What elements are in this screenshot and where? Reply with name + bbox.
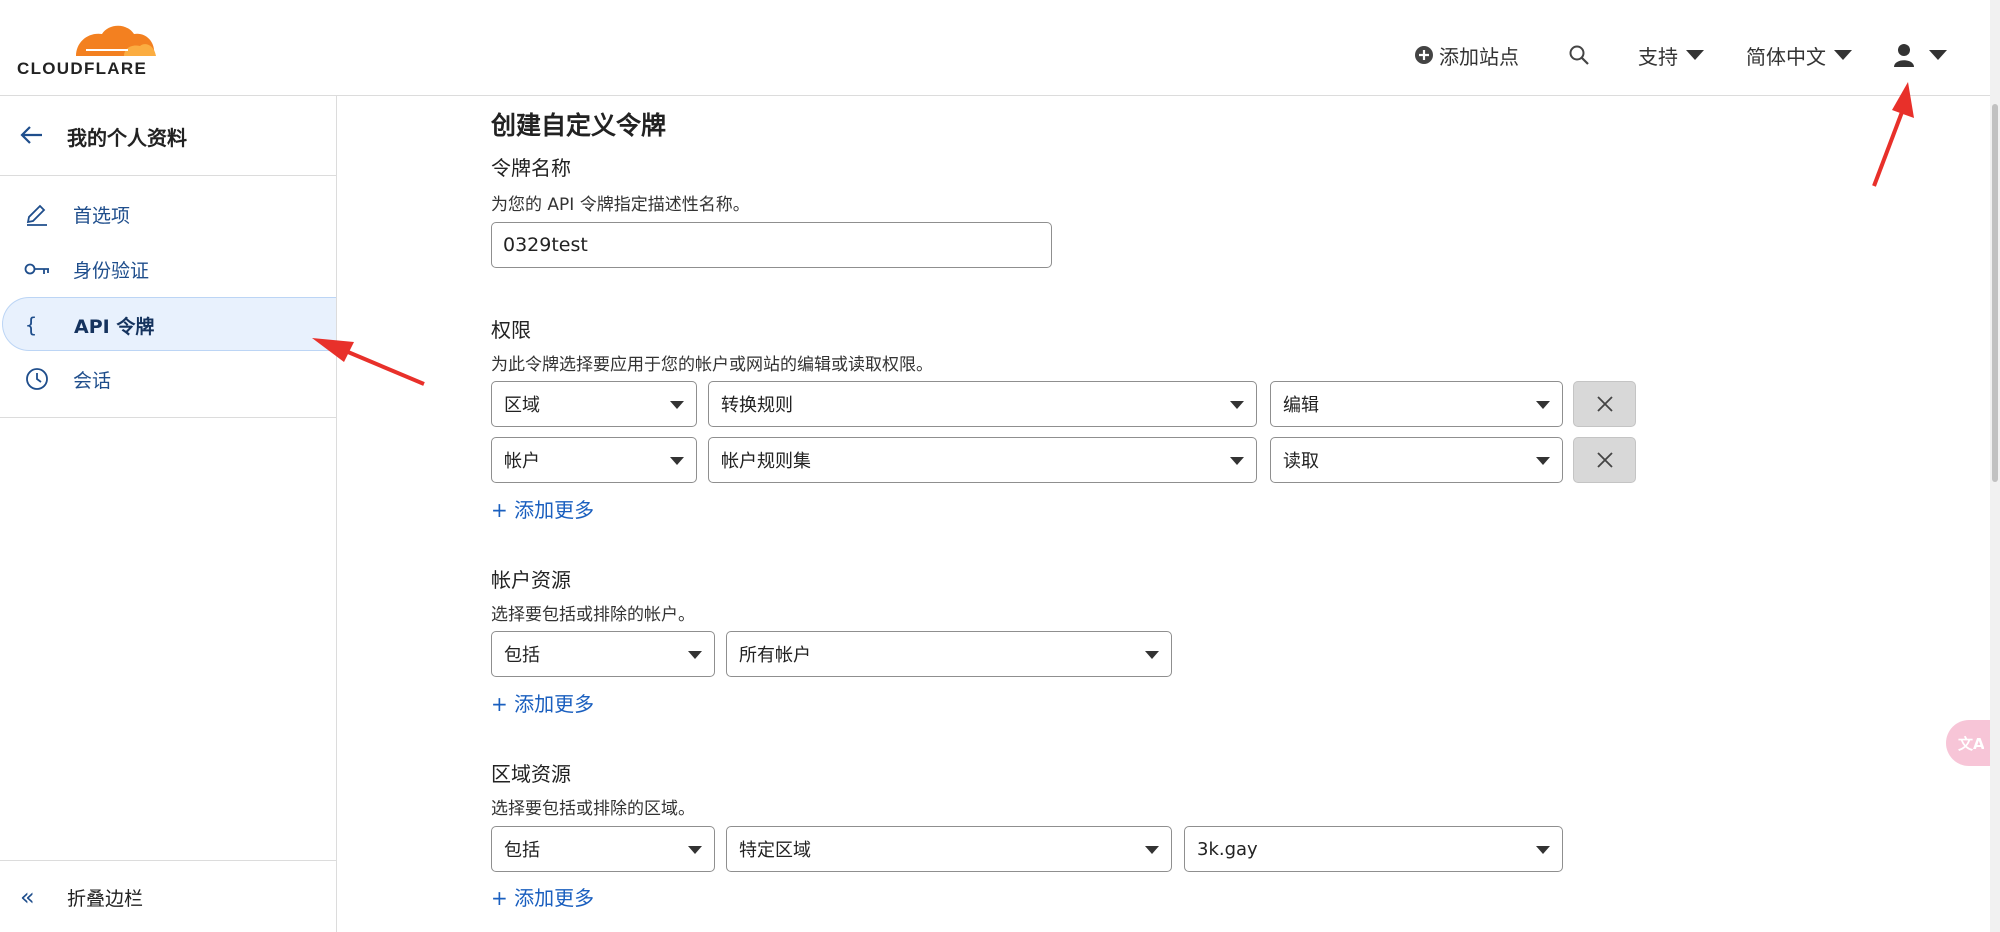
- zone-target-select[interactable]: 特定区域: [726, 826, 1172, 872]
- sidebar-item-label: 首选项: [73, 205, 131, 227]
- chevron-down-icon: [1230, 457, 1244, 465]
- collapse-sidebar-button[interactable]: « 折叠边栏: [0, 860, 336, 932]
- close-icon: [1596, 452, 1613, 468]
- close-icon: [1596, 396, 1613, 412]
- token-name-desc: 为您的 API 令牌指定描述性名称。: [491, 195, 750, 215]
- account-target-select[interactable]: 所有帐户: [726, 631, 1172, 677]
- add-more-account-link[interactable]: + 添加更多: [491, 688, 594, 717]
- chevron-down-icon: [1834, 50, 1852, 60]
- sidebar-item-authentication[interactable]: 身份验证: [0, 242, 336, 296]
- permission-scope-select[interactable]: 帐户: [491, 437, 697, 483]
- account-resources-title: 帐户资源: [491, 568, 571, 592]
- permission-item-select[interactable]: 转换规则: [708, 381, 1257, 427]
- add-site-label: 添加站点: [1439, 44, 1519, 69]
- top-header: CLOUDFLARE 添加站点 支持 简体中文: [0, 0, 1990, 96]
- chevron-down-icon: [688, 846, 702, 854]
- search-icon: [1569, 45, 1589, 65]
- sidebar-title: 我的个人资料: [67, 126, 187, 150]
- language-menu[interactable]: 简体中文: [1746, 38, 1852, 72]
- token-name-value: 0329test: [503, 234, 588, 256]
- select-value: 包括: [504, 645, 540, 666]
- select-value: 帐户规则集: [721, 451, 811, 472]
- search-button[interactable]: [1568, 38, 1590, 72]
- permissions-desc: 为此令牌选择要应用于您的帐户或网站的编辑或读取权限。: [491, 355, 933, 375]
- permission-scope-select[interactable]: 区域: [491, 381, 697, 427]
- chevron-down-icon: [688, 651, 702, 659]
- clock-icon: [26, 368, 48, 390]
- chevron-down-icon: [1536, 401, 1550, 409]
- plus-circle-icon: [1415, 46, 1433, 64]
- support-menu[interactable]: 支持: [1638, 38, 1704, 72]
- select-value: 编辑: [1283, 395, 1319, 416]
- braces-icon: { }: [25, 313, 51, 337]
- key-icon: [24, 263, 49, 275]
- chevron-down-icon: [1536, 457, 1550, 465]
- logo-wordmark: CLOUDFLARE: [17, 59, 148, 78]
- remove-permission-button[interactable]: [1573, 437, 1636, 483]
- cloud-icon: [76, 25, 156, 56]
- sidebar-item-label: API 令牌: [74, 316, 155, 338]
- svg-text:文A: 文A: [1958, 735, 1984, 753]
- select-value: 特定区域: [739, 840, 811, 861]
- select-value: 3k.gay: [1197, 838, 1258, 860]
- scrollbar-thumb[interactable]: [1992, 104, 1998, 482]
- chevron-down-icon: [1145, 846, 1159, 854]
- arrow-left-icon: [20, 126, 42, 144]
- chevron-down-icon: [1536, 846, 1550, 854]
- add-more-permission-link[interactable]: + 添加更多: [491, 494, 594, 523]
- chevron-down-icon: [1145, 651, 1159, 659]
- permission-access-select[interactable]: 读取: [1270, 437, 1563, 483]
- permission-item-select[interactable]: 帐户规则集: [708, 437, 1257, 483]
- token-name-input[interactable]: 0329test: [491, 222, 1052, 268]
- page-title: 创建自定义令牌: [491, 111, 667, 140]
- svg-text:{ }: { }: [25, 313, 51, 337]
- chevron-down-icon: [670, 457, 684, 465]
- sidebar-item-preferences[interactable]: 首选项: [0, 187, 336, 241]
- user-icon: [1894, 44, 1914, 67]
- select-value: 帐户: [504, 451, 540, 472]
- sidebar-item-api-tokens[interactable]: { } API 令牌: [2, 297, 336, 351]
- chevron-down-icon: [670, 401, 684, 409]
- account-include-select[interactable]: 包括: [491, 631, 715, 677]
- sidebar-item-sessions[interactable]: 会话: [0, 352, 336, 406]
- cloudflare-logo[interactable]: CLOUDFLARE: [16, 25, 162, 82]
- chevron-down-icon: [1230, 401, 1244, 409]
- sidebar: 我的个人资料 首选项 身份验证 { } API 令牌 会话 « 折叠边栏: [0, 96, 337, 932]
- zone-select[interactable]: 3k.gay: [1184, 826, 1563, 872]
- select-value: 包括: [504, 840, 540, 861]
- main-content: 创建自定义令牌 令牌名称 为您的 API 令牌指定描述性名称。 0329test…: [338, 96, 1990, 932]
- zone-resources-desc: 选择要包括或排除的区域。: [491, 799, 695, 819]
- sidebar-divider: [0, 417, 336, 418]
- language-label: 简体中文: [1746, 44, 1826, 69]
- translate-icon: 文A: [1958, 735, 1984, 753]
- chevron-down-icon: [1929, 50, 1947, 60]
- remove-permission-button[interactable]: [1573, 381, 1636, 427]
- pencil-icon: [26, 204, 47, 226]
- select-value: 读取: [1283, 451, 1319, 472]
- select-value: 区域: [504, 395, 540, 416]
- select-value: 所有帐户: [739, 645, 811, 666]
- user-menu[interactable]: [1893, 38, 1947, 72]
- token-name-title: 令牌名称: [491, 156, 571, 180]
- select-value: 转换规则: [721, 395, 793, 416]
- add-site-button[interactable]: 添加站点: [1415, 38, 1519, 72]
- collapse-sidebar-label: 折叠边栏: [67, 888, 144, 910]
- zone-include-select[interactable]: 包括: [491, 826, 715, 872]
- sidebar-item-label: 身份验证: [73, 260, 150, 282]
- chevron-down-icon: [1686, 50, 1704, 60]
- account-resources-desc: 选择要包括或排除的帐户。: [491, 605, 695, 625]
- back-to-profile[interactable]: 我的个人资料: [0, 96, 336, 176]
- permission-access-select[interactable]: 编辑: [1270, 381, 1563, 427]
- support-label: 支持: [1638, 44, 1678, 69]
- zone-resources-title: 区域资源: [491, 762, 571, 786]
- sidebar-item-label: 会话: [73, 370, 112, 392]
- add-more-zone-link[interactable]: + 添加更多: [491, 882, 594, 911]
- permissions-title: 权限: [491, 318, 531, 342]
- translate-widget-button[interactable]: 文A: [1946, 720, 1996, 766]
- double-chevron-left-icon: «: [20, 883, 35, 911]
